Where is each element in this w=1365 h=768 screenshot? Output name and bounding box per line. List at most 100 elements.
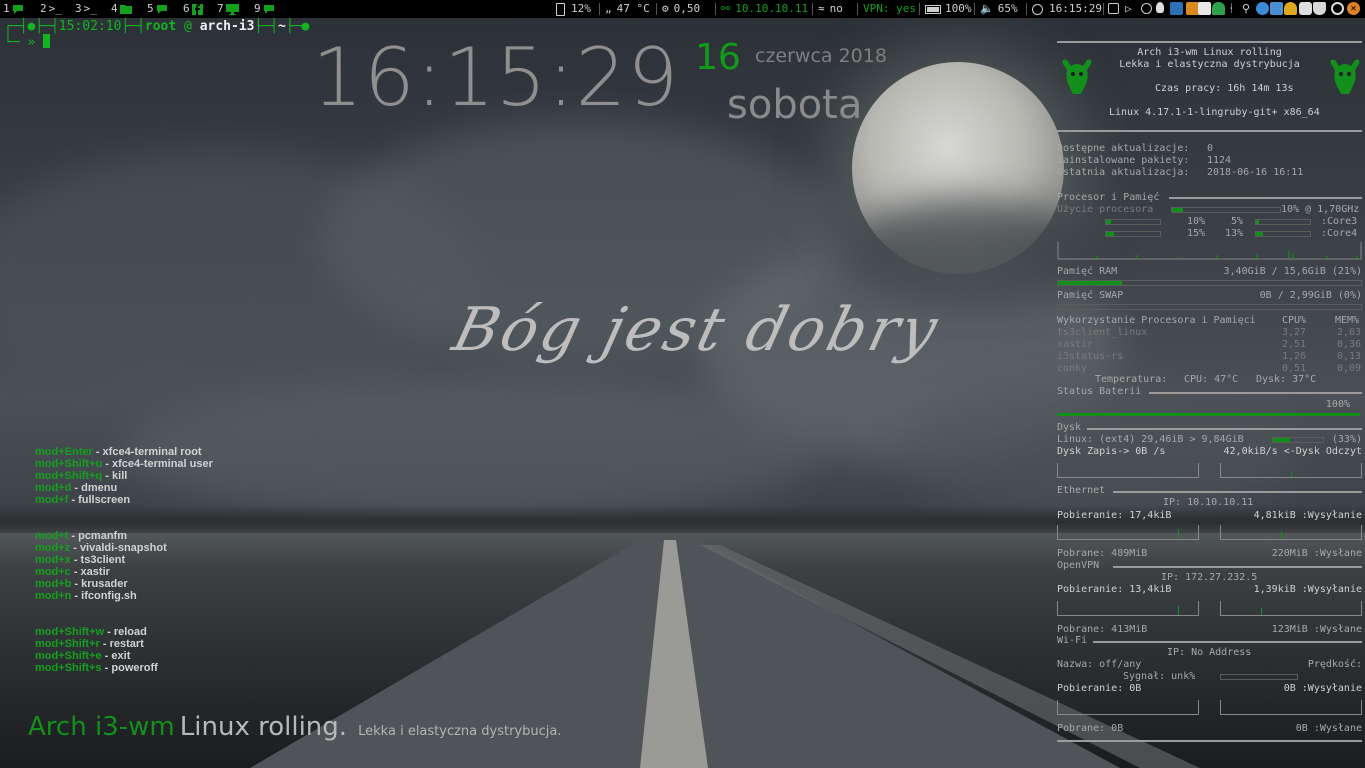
shield-tray-icon[interactable] — [1313, 2, 1326, 15]
vpn-header: OpenVPN — [1057, 560, 1100, 571]
wifi-download: Pobieranie: 0B — [1057, 683, 1142, 694]
updates-value: 0 — [1207, 143, 1214, 154]
keybind-row: mod+b - krusader — [35, 578, 128, 590]
keybind-row: mod+t - pcmanfm — [35, 530, 127, 542]
workspace-2[interactable]: 2 >_ — [40, 0, 62, 18]
lock-tray-icon[interactable] — [1299, 2, 1312, 15]
ghost-tray-icon[interactable] — [1212, 2, 1225, 15]
cpu-bar — [1171, 207, 1281, 213]
workspace-1[interactable]: 1 — [3, 0, 24, 18]
disk-bar — [1272, 437, 1324, 443]
keybind-key: mod+z — [35, 542, 71, 554]
wifi-ip: IP: No Address — [1167, 647, 1252, 658]
keybind-action: restart — [109, 638, 144, 650]
cloud-tray-icon[interactable] — [1256, 2, 1269, 15]
bluetooth-icon[interactable]: ᛂ — [1228, 2, 1241, 15]
wifi-off-icon: ≈ — [818, 2, 825, 15]
keybind-key: mod+Shift+u — [35, 458, 103, 470]
disk-icon — [556, 2, 565, 16]
core4-bar — [1255, 231, 1311, 237]
chat-icon — [263, 4, 275, 15]
core2-value: 5% — [1231, 216, 1244, 227]
network-ip: ⚯ 10.10.10.11 — [721, 0, 808, 18]
core4-label: :Core4 — [1321, 228, 1358, 239]
screen2-tray-icon[interactable] — [1270, 2, 1283, 15]
wifi-signal: Sygnał: unk% — [1123, 671, 1196, 682]
ethernet-ip: IP: 10.10.10.11 — [1163, 497, 1254, 508]
vpn-total-up: 123MiB :Wysłane — [1271, 624, 1362, 635]
info-tray-icon[interactable] — [1141, 3, 1152, 14]
temp-cpu: CPU: 47°C — [1184, 374, 1239, 385]
wifi-total-down: Pobrane: 0B — [1057, 723, 1124, 734]
keybind-action: krusader — [81, 578, 128, 590]
workspace-number: 7 — [217, 2, 224, 15]
cpu-total: 10% @ 1,70GHz — [1281, 204, 1360, 215]
keybind-action: xfce4-terminal user — [112, 458, 213, 470]
vpn-download: Pobieranie: 13,4kiB — [1057, 584, 1172, 595]
temperature: „ 47 °C — [605, 0, 650, 18]
facebook-icon — [191, 3, 203, 15]
keybind-key: mod+Enter — [35, 446, 93, 458]
keybind-action: ts3client — [80, 554, 126, 566]
desktop-month-year: czerwca 2018 — [755, 45, 887, 67]
battery-bar — [1057, 413, 1360, 416]
ram-label: Pamięć RAM — [1057, 266, 1118, 277]
process-name: i3status-rs — [1057, 351, 1124, 362]
ethernet-download: Pobieranie: 17,4kiB — [1057, 510, 1172, 521]
conky-kernel: Linux 4.17.1-1-lingruby-git+ x86_64 — [1109, 107, 1320, 118]
installed-value: 1124 — [1207, 155, 1232, 166]
ram-bar — [1057, 280, 1362, 286]
key-tray-icon[interactable]: ⚲ — [1242, 2, 1255, 15]
volume-tray-icon[interactable]: ▷ — [1125, 2, 1138, 15]
speaker-icon: 🔈 — [980, 2, 994, 15]
disk-write-graph — [1057, 463, 1199, 478]
battery-status: 100% — [925, 0, 972, 18]
lightbulb-icon[interactable] — [1156, 2, 1164, 13]
app-tray-icon[interactable] — [1170, 2, 1183, 15]
screen-tray-icon[interactable] — [1108, 3, 1119, 14]
workspace-9[interactable]: 9 — [254, 0, 275, 18]
keybind-action: xastir — [80, 566, 110, 578]
keybind-row: mod+f - fullscreen — [35, 494, 131, 506]
swap-value: 0B / 2,99GiB (0%) — [1259, 290, 1362, 301]
conky-uptime: Czas pracy: 16h 14m 13s — [1155, 83, 1294, 94]
workspace-5[interactable]: 5 — [147, 0, 168, 18]
process-mem: 0,13 — [1337, 351, 1362, 362]
keybind-key: mod+n — [35, 590, 72, 602]
process-cpu-col: CPU% — [1282, 315, 1307, 326]
workspace-number: 6 — [183, 2, 190, 15]
wifi-upload: 0B :Wysyłanie — [1283, 683, 1362, 694]
ethernet-down-graph — [1057, 525, 1199, 540]
ethernet-header: Ethernet — [1057, 485, 1106, 496]
core2-bar — [1255, 219, 1311, 225]
clock-status: 16:15:29 — [1032, 0, 1102, 18]
terminal-icon: >_ — [48, 2, 62, 15]
user-tray-icon[interactable] — [1284, 2, 1297, 15]
keybind-row: mod+c - xastir — [35, 566, 110, 578]
workspace-3[interactable]: 3 >_ — [75, 0, 97, 18]
vpn-ip: IP: 172.27.232.5 — [1161, 572, 1258, 583]
workspace-7[interactable]: 7 — [217, 0, 239, 18]
chart-tray-icon[interactable] — [1198, 2, 1211, 15]
keybind-key: mod+Shift+e — [35, 650, 102, 662]
battery-header: Status Baterii — [1057, 386, 1142, 397]
wifi-signal-bar — [1220, 674, 1298, 680]
keybind-action: exit — [111, 650, 131, 662]
ram-value: 3,40GiB / 15,6GiB (21%) — [1223, 266, 1362, 277]
process-mem: 2,03 — [1337, 327, 1362, 338]
workspace-6[interactable]: 6 — [183, 0, 203, 18]
close-tray-icon[interactable]: ✕ — [1347, 2, 1360, 15]
conky-subtitle: Lekka i elastyczna dystrybucja — [1119, 59, 1300, 70]
workspace-4[interactable]: 4 — [111, 0, 132, 18]
volume-status[interactable]: 🔈 65% — [980, 0, 1018, 18]
workspace-number: 5 — [147, 2, 154, 15]
ring-tray-icon[interactable] — [1331, 2, 1344, 15]
keybind-action: dmenu — [81, 482, 118, 494]
process-cpu: 2,51 — [1282, 339, 1307, 350]
ethernet-total-down: Pobrane: 489MiB — [1057, 548, 1148, 559]
process-name: xastir — [1057, 339, 1094, 350]
process-name: ts3client_linux — [1057, 327, 1148, 338]
last-update-value: 2018-06-16 16:11 — [1207, 167, 1304, 178]
ethernet-total-up: 220MiB :Wysłane — [1271, 548, 1362, 559]
keybind-key: mod+Shift+r — [35, 638, 100, 650]
